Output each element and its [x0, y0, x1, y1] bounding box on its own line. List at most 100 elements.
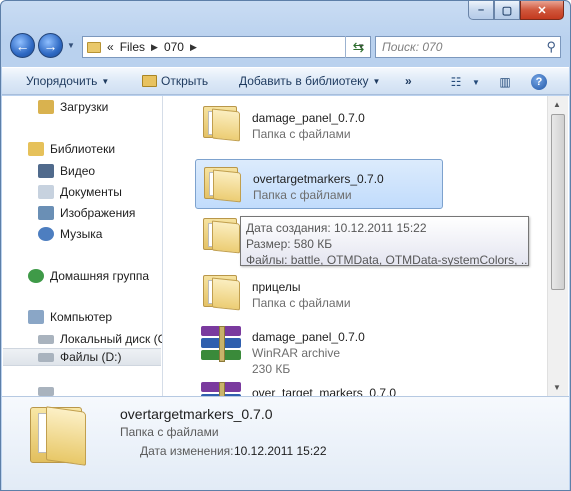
sidebar-item-libraries[interactable]: Библиотеки — [28, 140, 115, 158]
file-item-selected[interactable]: overtargetmarkers_0.7.0 Папка с файлами — [195, 159, 443, 209]
sidebar-item-documents[interactable]: Документы — [38, 183, 122, 201]
sidebar-item-drive-c[interactable]: Локальный диск (C — [38, 330, 162, 348]
breadcrumb: « Files ▶ 070 ▶ — [107, 40, 197, 54]
file-item[interactable]: over_target_markers_0.7.0 — [195, 374, 443, 396]
help-icon: ? — [531, 74, 547, 90]
details-name: overtargetmarkers_0.7.0 — [120, 406, 273, 422]
close-button[interactable]: ✕ — [520, 1, 564, 20]
scroll-up-icon[interactable]: ▲ — [553, 100, 561, 109]
scroll-down-icon[interactable]: ▼ — [553, 383, 561, 392]
tooltip-created: Дата создания: 10.12.2011 15:22 — [246, 221, 427, 235]
folder-icon — [87, 41, 101, 53]
sidebar-item-label: Видео — [60, 164, 96, 178]
music-icon — [38, 227, 54, 241]
file-name: over_target_markers_0.7.0 — [252, 386, 397, 396]
tooltip-files: Файлы: battle, OTMData, OTMData-systemCo… — [246, 253, 529, 266]
recent-pages-dropdown-icon[interactable]: ▼ — [67, 41, 75, 50]
file-item[interactable]: damage_panel_0.7.0 WinRAR archive 230 КБ — [195, 318, 443, 382]
sidebar-item-label: Файлы (D:) — [60, 350, 122, 364]
sidebar-item-label: Компьютер — [50, 310, 113, 324]
forward-arrow-icon: → — [43, 37, 58, 54]
address-bar[interactable]: « Files ▶ 070 ▶ ▼ — [82, 36, 371, 58]
folder-icon — [203, 218, 241, 254]
sidebar-item-homegroup[interactable]: Домашняя группа — [28, 267, 149, 285]
sidebar-item-pictures[interactable]: Изображения — [38, 204, 135, 222]
file-name: damage_panel_0.7.0 — [252, 330, 365, 344]
file-name: damage_panel_0.7.0 — [252, 111, 365, 125]
sidebar-item-video[interactable]: Видео — [38, 162, 95, 180]
search-icon: ⚲ — [546, 39, 556, 54]
computer-icon — [28, 310, 44, 324]
downloads-icon — [38, 100, 54, 114]
sidebar-item-computer[interactable]: Компьютер — [28, 308, 112, 326]
back-button[interactable]: ← — [10, 33, 35, 58]
file-item[interactable]: прицелы Папка с файлами — [195, 268, 443, 318]
breadcrumb-070[interactable]: 070 — [164, 40, 184, 54]
maximize-button[interactable]: ▢ — [494, 1, 520, 20]
add-to-library-button[interactable]: Добавить в библиотеку ▼ — [239, 74, 380, 88]
details-modified-value: 10.12.2011 15:22 — [234, 444, 327, 458]
help-button[interactable]: ? — [530, 73, 548, 91]
sidebar-item-drive-d[interactable]: Файлы (D:) — [3, 348, 161, 366]
folder-icon — [203, 275, 241, 311]
main-content: Загрузки Библиотеки Видео Документы Изоб… — [2, 96, 569, 396]
caption-buttons: – ▢ ✕ — [468, 1, 564, 20]
sidebar-item-downloads[interactable]: Загрузки — [38, 98, 108, 116]
preview-pane-button[interactable]: ▥ — [496, 73, 514, 91]
sidebar-item-label: Домашняя группа — [50, 269, 150, 283]
open-label: Открыть — [161, 74, 209, 88]
sidebar-item-label: Изображения — [60, 206, 136, 220]
scrollbar-thumb[interactable] — [551, 114, 565, 290]
folder-icon — [204, 167, 242, 203]
sidebar-item-music[interactable]: Музыка — [38, 225, 102, 243]
navigation-pane[interactable]: Загрузки Библиотеки Видео Документы Изоб… — [2, 96, 162, 396]
back-arrow-icon: ← — [15, 37, 30, 54]
view-options-icon: ☷ — [450, 75, 462, 89]
sidebar-item-label: Библиотеки — [50, 142, 116, 156]
chevron-right-icon[interactable]: ▶ — [151, 42, 158, 53]
add-to-library-label: Добавить в библиотеку — [239, 74, 369, 88]
file-item[interactable]: damage_panel_0.7.0 Папка с файлами — [195, 99, 443, 149]
chevron-right-icon[interactable]: ▶ — [190, 42, 197, 53]
libraries-icon — [28, 142, 44, 156]
sidebar-item-label: Музыка — [60, 227, 103, 241]
details-type: Папка с файлами — [120, 425, 219, 439]
open-button[interactable]: Открыть — [142, 74, 208, 88]
video-icon — [38, 164, 54, 178]
sidebar-item-partial[interactable] — [38, 382, 60, 396]
search-input[interactable]: Поиск: 070 ⚲ — [375, 36, 561, 58]
open-folder-icon — [142, 75, 157, 87]
chevron-down-icon: ▼ — [372, 76, 381, 86]
organize-label: Упорядочить — [26, 74, 98, 88]
command-bar: Упорядочить ▼ Открыть Добавить в библиот… — [2, 67, 569, 95]
breadcrumb-overflow[interactable]: « — [107, 40, 114, 54]
folder-icon — [30, 401, 88, 466]
more-label: » — [405, 74, 412, 88]
view-dropdown[interactable]: ▼ — [467, 73, 485, 91]
drive-icon — [38, 386, 54, 396]
breadcrumb-files[interactable]: Files — [120, 40, 145, 54]
sidebar-item-label: Локальный диск (C — [60, 332, 162, 346]
file-type: Папка с файлами — [252, 127, 351, 141]
sidebar-item-label: Документы — [60, 185, 122, 199]
winrar-archive-icon — [201, 326, 241, 362]
organize-button[interactable]: Упорядочить ▼ — [26, 74, 109, 88]
search-placeholder: Поиск: 070 — [382, 40, 443, 54]
close-icon: ✕ — [537, 4, 547, 17]
refresh-icon: ⇆ — [352, 38, 365, 55]
maximize-icon: ▢ — [501, 4, 513, 17]
preview-pane-icon: ▥ — [499, 75, 511, 89]
vertical-scrollbar[interactable]: ▲ ▼ — [547, 96, 568, 396]
explorer-window: – ▢ ✕ ← → ▼ « Files ▶ 070 ▶ ▼ ⇆ Поиск: 0… — [0, 0, 571, 491]
homegroup-icon — [28, 269, 44, 283]
file-list[interactable]: damage_panel_0.7.0 Папка с файлами overt… — [163, 96, 547, 396]
more-commands-button[interactable]: » — [405, 74, 412, 88]
refresh-button[interactable]: ⇆ — [345, 36, 371, 58]
forward-button[interactable]: → — [38, 33, 63, 58]
folder-icon — [203, 106, 241, 142]
change-view-button[interactable]: ☷ — [447, 73, 465, 91]
details-modified-label: Дата изменения: — [140, 444, 234, 458]
documents-icon — [38, 185, 54, 199]
chevron-down-icon: ▼ — [101, 76, 110, 86]
minimize-button[interactable]: – — [468, 1, 494, 20]
